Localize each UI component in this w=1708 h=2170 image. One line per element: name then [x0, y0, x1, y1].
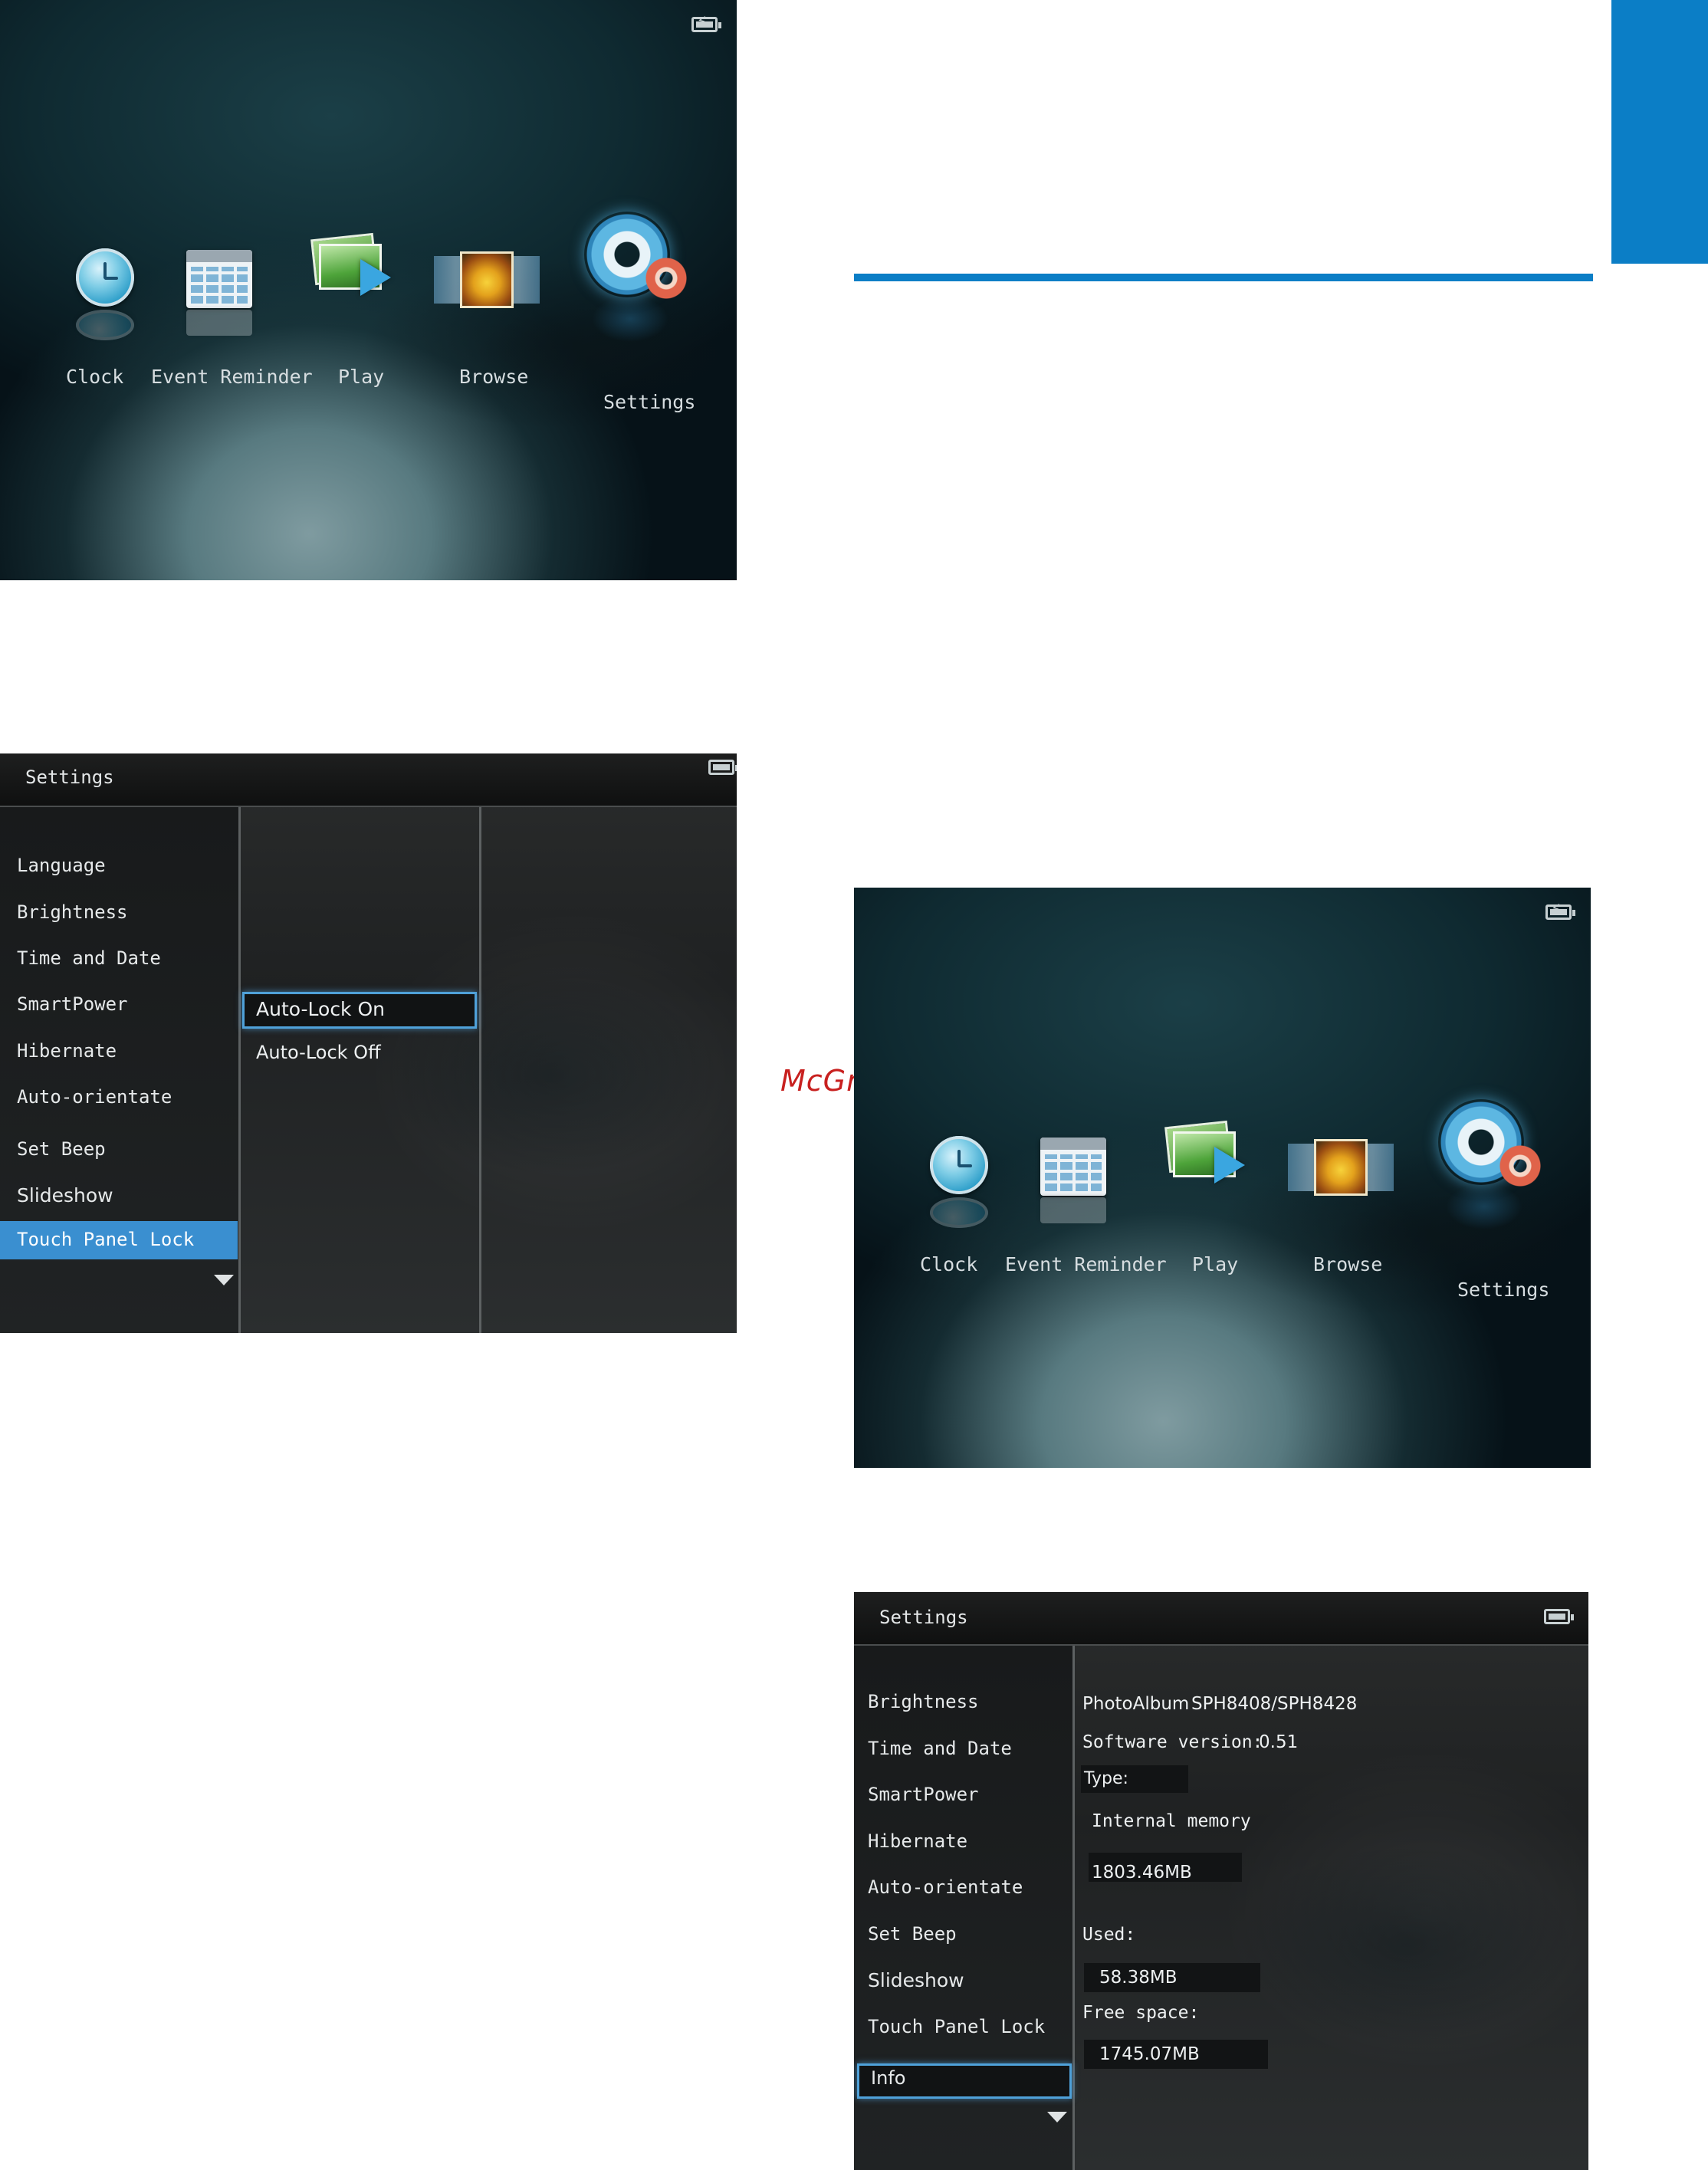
info-used-value: 58.38MB: [1099, 1968, 1178, 1988]
info-model-value: SPH8408/SPH8428: [1191, 1694, 1358, 1714]
clock-reflection: [930, 1197, 988, 1228]
battery-icon: [1544, 1609, 1574, 1624]
menu-item-brightness[interactable]: Brightness: [17, 901, 128, 923]
settings-title: Settings: [25, 767, 114, 788]
home-label-browse[interactable]: Browse: [1313, 1253, 1382, 1275]
calendar-icon[interactable]: [1040, 1138, 1106, 1196]
browse-icon[interactable]: [434, 251, 540, 313]
menu-item-hibernate[interactable]: Hibernate: [17, 1040, 117, 1062]
info-type-label: Type:: [1084, 1769, 1128, 1788]
clock-icon[interactable]: [930, 1136, 988, 1194]
settings-screen-lock: Settings Language Brightness Time and Da…: [0, 753, 737, 1333]
option-auto-lock-on[interactable]: Auto-Lock On: [256, 998, 385, 1020]
home-label-play[interactable]: Play: [338, 366, 384, 388]
home-label-clock[interactable]: Clock: [920, 1253, 977, 1275]
battery-icon: [708, 760, 737, 775]
scroll-down-icon[interactable]: [214, 1275, 234, 1285]
calendar-icon[interactable]: [186, 250, 252, 308]
play-icon[interactable]: [1164, 1120, 1251, 1197]
menu-item-slideshow[interactable]: Slideshow: [868, 1969, 964, 1991]
menu-item-touch-panel-lock[interactable]: Touch Panel Lock: [868, 2016, 1045, 2037]
info-free-label: Free space:: [1082, 2003, 1200, 2023]
clock-reflection: [76, 310, 134, 340]
menu-item-auto-orientate[interactable]: Auto-orientate: [17, 1086, 172, 1108]
info-software-value: 0.51: [1259, 1732, 1299, 1752]
settings-icon[interactable]: [584, 212, 699, 342]
clock-icon[interactable]: [76, 248, 134, 307]
home-screen-1: ⚡ Clock Event Reminder Play Browse Setti…: [0, 0, 737, 580]
battery-charging-icon-2: ⚡: [1545, 901, 1575, 920]
menu-item-time-and-date[interactable]: Time and Date: [868, 1738, 1012, 1759]
settings-screen-info: Settings Brightness Time and Date SmartP…: [854, 1592, 1588, 2170]
menu-item-brightness[interactable]: Brightness: [868, 1691, 979, 1712]
info-capacity: 1803.46MB: [1092, 1863, 1192, 1883]
home-label-clock[interactable]: Clock: [66, 366, 123, 388]
home-label-event-reminder[interactable]: Event Reminder: [151, 366, 313, 388]
menu-item-touch-panel-lock[interactable]: Touch Panel Lock: [17, 1229, 194, 1250]
info-free-value: 1745.07MB: [1099, 2044, 1200, 2064]
home-label-play[interactable]: Play: [1192, 1253, 1238, 1275]
home-label-browse[interactable]: Browse: [459, 366, 528, 388]
settings-icon[interactable]: [1438, 1099, 1553, 1229]
home-label-settings[interactable]: Settings: [603, 391, 695, 413]
info-memory-type: Internal memory: [1092, 1811, 1251, 1831]
menu-item-time-and-date[interactable]: Time and Date: [17, 947, 161, 969]
calendar-reflection: [186, 310, 252, 336]
menu-item-hibernate[interactable]: Hibernate: [868, 1830, 967, 1852]
section-tab: [1611, 0, 1708, 264]
play-icon[interactable]: [310, 232, 397, 309]
menu-item-language[interactable]: Language: [17, 855, 106, 876]
info-software-label: Software version:: [1082, 1732, 1263, 1752]
info-model-label: PhotoAlbum: [1082, 1694, 1190, 1714]
home-screen-2: ⚡ Clock Event Reminder Play Browse Setti…: [854, 888, 1591, 1468]
calendar-reflection: [1040, 1197, 1106, 1223]
section-rule: [854, 274, 1593, 281]
browse-icon[interactable]: [1288, 1139, 1394, 1200]
menu-item-set-beep[interactable]: Set Beep: [17, 1138, 106, 1160]
home-label-settings[interactable]: Settings: [1457, 1279, 1549, 1301]
menu-item-info[interactable]: Info: [871, 2067, 905, 2089]
menu-item-slideshow[interactable]: Slideshow: [17, 1184, 113, 1206]
settings-title: Settings: [879, 1607, 968, 1628]
scroll-down-icon[interactable]: [1047, 2112, 1067, 2122]
option-auto-lock-off[interactable]: Auto-Lock Off: [256, 1042, 381, 1063]
battery-charging-icon: ⚡: [691, 14, 721, 32]
menu-item-smartpower[interactable]: SmartPower: [868, 1784, 979, 1805]
info-used-label: Used:: [1082, 1925, 1136, 1945]
menu-item-set-beep[interactable]: Set Beep: [868, 1923, 957, 1945]
menu-item-auto-orientate[interactable]: Auto-orientate: [868, 1876, 1023, 1898]
home-label-event-reminder[interactable]: Event Reminder: [1005, 1253, 1167, 1275]
menu-item-smartpower[interactable]: SmartPower: [17, 993, 128, 1015]
